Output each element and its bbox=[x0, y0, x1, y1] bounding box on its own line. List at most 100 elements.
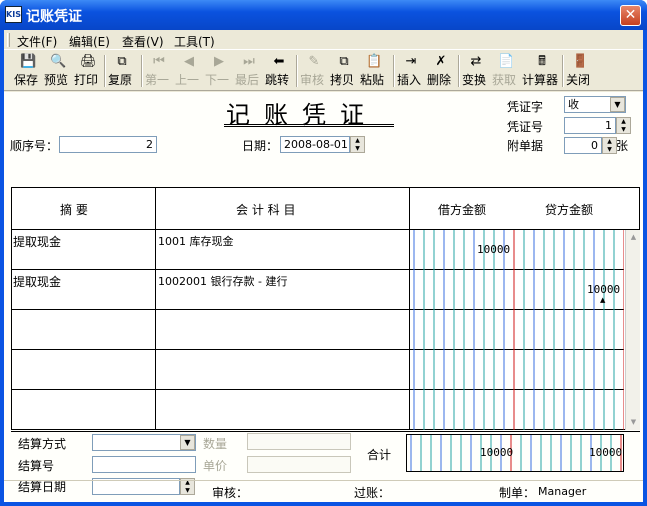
toolbar-next-button[interactable]: ▶ 下一 bbox=[205, 52, 233, 90]
voucher-number-spinner[interactable]: ▲ ▼ bbox=[616, 117, 631, 134]
preview-icon: 🔍 bbox=[50, 54, 67, 69]
toolbar-first-button[interactable]: ⏮ 第一 bbox=[145, 52, 173, 90]
entries-grid: 摘 要 会 计 科 目 借方金额 贷方金额 提取现金 1001 库存现金 10000… bbox=[11, 187, 640, 430]
money-grid-lines bbox=[413, 310, 624, 350]
toolbar-insert-button[interactable]: ⇥ 插入 bbox=[397, 52, 425, 90]
summary-cell[interactable]: 提取现金 bbox=[12, 270, 156, 310]
amount-cell[interactable]: 10000 ▲ bbox=[410, 270, 624, 310]
toolbar-button-label: 拷贝 bbox=[330, 73, 355, 87]
toolbar-audit-button[interactable]: ✎ 审核 bbox=[300, 52, 328, 90]
date-spinner[interactable]: ▲ ▼ bbox=[350, 136, 365, 153]
scroll-up-icon[interactable]: ▲ bbox=[628, 232, 639, 243]
restore-icon: ⧉ bbox=[117, 54, 127, 69]
toolbar-button-label: 复原 bbox=[108, 73, 133, 87]
toolbar-jump-button[interactable]: ⬅ 跳转 bbox=[265, 52, 293, 90]
chevron-down-icon[interactable]: ▼ bbox=[180, 435, 195, 450]
toolbar-paste-button[interactable]: 📋 粘贴 bbox=[360, 52, 388, 90]
toolbar-button-label: 跳转 bbox=[265, 73, 290, 87]
toolbar-restore-button[interactable]: ⧉ 复原 bbox=[108, 52, 136, 90]
window-close-button[interactable]: ✕ bbox=[620, 5, 641, 26]
header-summary-label: 摘 要 bbox=[60, 203, 88, 217]
title-underline bbox=[224, 124, 394, 127]
menu-tools[interactable]: 工具(T) bbox=[174, 33, 215, 50]
maker-label: 制单： bbox=[499, 486, 536, 500]
date-field[interactable]: 2008-08-01 bbox=[280, 136, 350, 153]
toolbar-button-label: 插入 bbox=[397, 73, 422, 87]
toolbar-separator bbox=[141, 55, 143, 87]
last-icon: ⏭ bbox=[243, 54, 255, 69]
app-window: KIS 记账凭证 ✕ 文件(F) 编辑(E) 查看(V) 工具(T) 💾 保存 🔍 预… bbox=[0, 0, 647, 506]
toolbar-preview-button[interactable]: 🔍 预览 bbox=[44, 52, 72, 90]
toolbar-button-label: 下一 bbox=[205, 73, 230, 87]
print-icon: 🖨 bbox=[80, 54, 97, 69]
footer-bar: 审核： 过账： 制单： Manager bbox=[4, 480, 643, 500]
toolbar-delete-button[interactable]: ✗ 删除 bbox=[427, 52, 455, 90]
toolbar-transform-button[interactable]: ⇄ 变换 bbox=[462, 52, 490, 90]
toolbar-button-label: 粘贴 bbox=[360, 73, 385, 87]
amount-cell[interactable] bbox=[410, 350, 624, 390]
attachment-spinner[interactable]: ▲ ▼ bbox=[602, 137, 617, 154]
toolbar-save-button[interactable]: 💾 保存 bbox=[14, 52, 42, 90]
header-summary: 摘 要 bbox=[12, 188, 156, 230]
toolbar-button-label: 删除 bbox=[427, 73, 452, 87]
header-account-label: 会 计 科 目 bbox=[236, 203, 296, 217]
account-cell[interactable] bbox=[156, 350, 410, 390]
unit-price-field bbox=[247, 456, 351, 473]
summary-cell[interactable]: 提取现金 bbox=[12, 230, 156, 270]
menu-file[interactable]: 文件(F) bbox=[17, 33, 57, 50]
audit-label: 审核： bbox=[212, 486, 249, 500]
menu-view[interactable]: 查看(V) bbox=[122, 33, 164, 50]
transform-icon: ⇄ bbox=[470, 54, 482, 69]
amount-cell[interactable] bbox=[410, 310, 624, 350]
menu-grip-icon[interactable] bbox=[7, 33, 10, 47]
voucher-number-field[interactable]: 1 bbox=[564, 117, 616, 134]
summary-cell[interactable] bbox=[12, 310, 156, 350]
money-grid-lines bbox=[413, 390, 624, 430]
toolbar-copy-button[interactable]: ⧉ 拷贝 bbox=[330, 52, 358, 90]
title-bar[interactable]: KIS 记账凭证 ✕ bbox=[0, 0, 647, 30]
header-account: 会 计 科 目 bbox=[156, 188, 410, 230]
table-row[interactable] bbox=[12, 390, 624, 430]
client-area: 文件(F) 编辑(E) 查看(V) 工具(T) 💾 保存 🔍 预览 🖨 打印 ⧉ 复原 ⏮ 第一 ◀… bbox=[4, 30, 643, 502]
grid-bottom-divider bbox=[11, 431, 640, 432]
copy-icon: ⧉ bbox=[339, 54, 349, 69]
debit-amount: 10000 bbox=[477, 243, 511, 256]
attachment-count-field[interactable]: 0 bbox=[564, 137, 602, 154]
toolbar-close-door-button[interactable]: 🚪 关闭 bbox=[566, 52, 594, 90]
seq-label: 顺序号： bbox=[10, 139, 59, 153]
toolbar-print-button[interactable]: 🖨 打印 bbox=[74, 52, 102, 90]
account-cell[interactable] bbox=[156, 310, 410, 350]
amount-cell[interactable] bbox=[410, 390, 624, 430]
menu-edit[interactable]: 编辑(E) bbox=[69, 33, 110, 50]
toolbar-separator bbox=[458, 55, 460, 87]
settle-number-field[interactable] bbox=[92, 456, 196, 473]
table-row[interactable]: 提取现金 1002001 银行存款 - 建行 10000 ▲ bbox=[12, 270, 624, 310]
account-cell[interactable] bbox=[156, 390, 410, 430]
table-row[interactable]: 提取现金 1001 库存现金 10000 bbox=[12, 230, 624, 270]
toolbar-button-label: 获取 bbox=[492, 73, 517, 87]
prev-icon: ◀ bbox=[184, 54, 194, 69]
summary-cell[interactable] bbox=[12, 350, 156, 390]
settle-method-label: 结算方式 bbox=[18, 437, 67, 451]
toolbar-calculator-button[interactable]: 🖩 计算器 bbox=[522, 52, 562, 90]
insert-icon: ⇥ bbox=[405, 54, 417, 69]
toolbar-prev-button[interactable]: ◀ 上一 bbox=[175, 52, 203, 90]
total-label: 合计 bbox=[367, 448, 392, 462]
grid-scrollbar[interactable]: ▲ ▼ bbox=[625, 230, 640, 430]
toolbar-fetch-button[interactable]: 📄 获取 bbox=[492, 52, 520, 90]
table-row[interactable] bbox=[12, 350, 624, 390]
account-cell[interactable]: 1002001 银行存款 - 建行 bbox=[156, 270, 410, 310]
amount-cell[interactable]: 10000 bbox=[410, 230, 624, 270]
scroll-down-icon[interactable]: ▼ bbox=[628, 417, 639, 428]
seq-number-field[interactable]: 2 bbox=[59, 136, 157, 153]
chevron-down-icon[interactable]: ▼ bbox=[610, 97, 625, 112]
quantity-field bbox=[247, 433, 351, 450]
voucher-form: 记账凭证 凭证字 收 ▼ 凭证号 1 ▲ ▼ 附单据 0 ▲ ▼ 张 顺序号： 2 … bbox=[4, 92, 643, 502]
toolbar-last-button[interactable]: ⏭ 最后 bbox=[235, 52, 263, 90]
toolbar-button-label: 上一 bbox=[175, 73, 200, 87]
summary-cell[interactable] bbox=[12, 390, 156, 430]
table-row[interactable] bbox=[12, 310, 624, 350]
toolbar-button-label: 保存 bbox=[14, 73, 39, 87]
account-cell[interactable]: 1001 库存现金 bbox=[156, 230, 410, 270]
toolbar-separator bbox=[393, 55, 395, 87]
